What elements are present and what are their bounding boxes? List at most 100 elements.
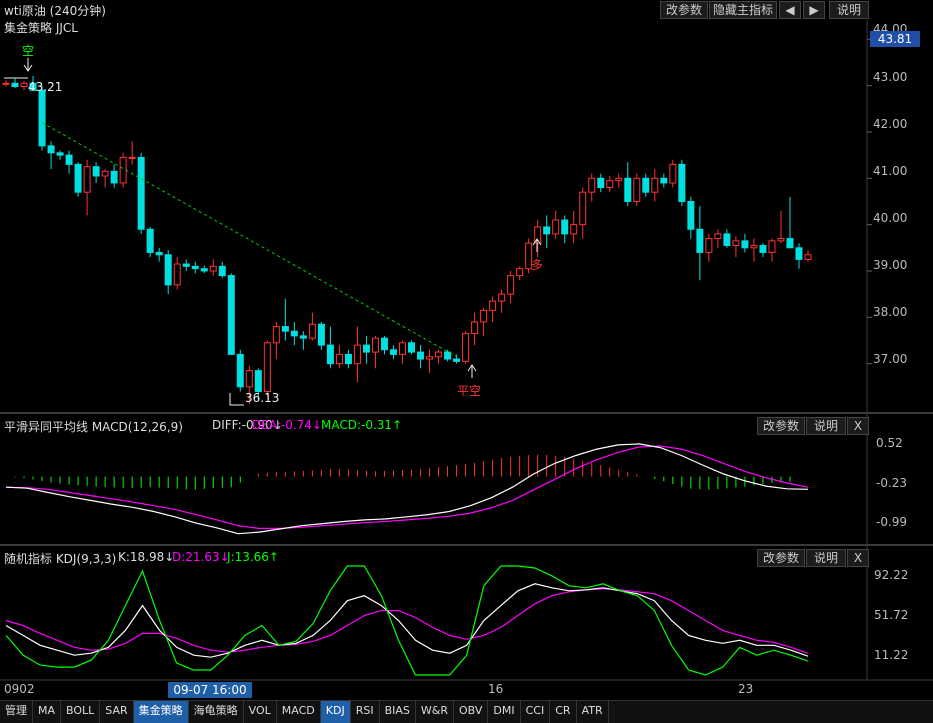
candle bbox=[435, 349, 443, 364]
macd-change-params-button[interactable]: 改参数 bbox=[757, 417, 805, 435]
tab-sar[interactable]: SAR bbox=[100, 701, 134, 723]
candle bbox=[110, 164, 118, 188]
candle-body bbox=[371, 337, 379, 353]
candle-body bbox=[353, 344, 361, 365]
candle bbox=[516, 266, 524, 281]
tab-macd[interactable]: MACD bbox=[277, 701, 321, 723]
high-annotation: 43.21 bbox=[28, 80, 63, 94]
candle bbox=[173, 257, 181, 290]
candle bbox=[389, 345, 397, 360]
long-signal-label: 多 bbox=[531, 258, 544, 272]
main-grid bbox=[867, 38, 872, 365]
candle bbox=[444, 349, 452, 362]
candle bbox=[579, 187, 587, 239]
y-tick: 42.00 bbox=[873, 117, 908, 131]
y-tick: 43.00 bbox=[873, 70, 908, 84]
candle bbox=[453, 354, 461, 364]
macd-close-button[interactable]: X bbox=[847, 417, 869, 435]
kdj-y-tick: 51.72 bbox=[874, 608, 909, 622]
candle bbox=[308, 312, 316, 341]
tab-kdj[interactable]: KDJ bbox=[320, 701, 351, 723]
candle bbox=[218, 261, 226, 278]
candle bbox=[408, 340, 416, 355]
indicator-tab-bar: 管理 MA BOLL SAR 集金策略 海龟策略 VOL MACD KDJ RS… bbox=[0, 700, 933, 723]
candle-body bbox=[462, 333, 470, 362]
tab-cci[interactable]: CCI bbox=[521, 701, 551, 723]
candle bbox=[155, 247, 163, 262]
cover-signal-label: 平空 bbox=[457, 384, 482, 398]
kdj-close-button[interactable]: X bbox=[847, 549, 869, 567]
candle-body bbox=[92, 166, 100, 177]
candle bbox=[182, 259, 190, 271]
macd-pane bbox=[5, 443, 809, 535]
tab-dmi[interactable]: DMI bbox=[488, 701, 521, 723]
candle bbox=[164, 250, 172, 295]
tab-jjcl[interactable]: 集金策略 bbox=[133, 701, 189, 723]
macd-help-button[interactable]: 说明 bbox=[806, 417, 846, 435]
candle bbox=[498, 289, 506, 313]
candle-body bbox=[507, 275, 515, 295]
candle-body bbox=[660, 177, 668, 184]
candle bbox=[732, 236, 740, 258]
candle-body bbox=[164, 254, 172, 286]
tab-cr[interactable]: CR bbox=[550, 701, 577, 723]
candle-body bbox=[498, 293, 506, 302]
candle-body bbox=[245, 370, 253, 388]
candle-body bbox=[480, 309, 488, 323]
kdj-change-params-button[interactable]: 改参数 bbox=[757, 549, 805, 567]
candle bbox=[317, 321, 325, 350]
candle-body bbox=[380, 337, 388, 351]
candle-body bbox=[83, 166, 91, 193]
tab-obv[interactable]: OBV bbox=[454, 701, 489, 723]
candle bbox=[281, 298, 289, 341]
candle bbox=[398, 340, 406, 364]
candle bbox=[480, 308, 488, 336]
candle bbox=[11, 78, 19, 88]
candle bbox=[101, 169, 109, 188]
candle-body bbox=[200, 268, 208, 272]
candle-body bbox=[435, 351, 443, 358]
tab-manage[interactable]: 管理 bbox=[0, 701, 33, 723]
tab-ma[interactable]: MA bbox=[33, 701, 62, 723]
x-tick: 0902 bbox=[4, 682, 35, 696]
candle-body bbox=[362, 344, 370, 353]
candle bbox=[552, 210, 560, 239]
chart-canvas[interactable] bbox=[0, 0, 933, 722]
tab-atr[interactable]: ATR bbox=[577, 701, 609, 723]
tab-turtle[interactable]: 海龟策略 bbox=[189, 701, 244, 723]
tab-bias[interactable]: BIAS bbox=[380, 701, 416, 723]
kdj-help-button[interactable]: 说明 bbox=[806, 549, 846, 567]
tab-rsi[interactable]: RSI bbox=[351, 701, 380, 723]
candle bbox=[83, 159, 91, 216]
tab-vol[interactable]: VOL bbox=[244, 701, 277, 723]
candle bbox=[534, 220, 542, 258]
tab-wr[interactable]: W&R bbox=[416, 701, 454, 723]
candle bbox=[768, 238, 776, 262]
kdj-pane bbox=[5, 565, 809, 676]
x-cursor-label: 09-07 16:00 bbox=[168, 682, 252, 698]
candle-body bbox=[687, 200, 695, 230]
candle bbox=[92, 162, 100, 183]
candle-body bbox=[155, 251, 163, 256]
tab-boll[interactable]: BOLL bbox=[61, 701, 101, 723]
candle-body bbox=[2, 82, 10, 85]
candle bbox=[353, 326, 361, 383]
candle bbox=[290, 321, 298, 346]
candle-body bbox=[326, 344, 334, 365]
candle bbox=[20, 80, 28, 91]
kdj-y-tick: 11.22 bbox=[874, 648, 909, 662]
candle-body bbox=[723, 233, 731, 246]
x-tick: 23 bbox=[738, 682, 754, 696]
candle-body bbox=[471, 321, 479, 335]
kdj-k-value: K:18.98↓ bbox=[118, 550, 175, 564]
candle bbox=[642, 173, 650, 197]
candle-body bbox=[389, 349, 397, 355]
candle-body bbox=[182, 263, 190, 267]
candle bbox=[335, 345, 343, 369]
candle-body bbox=[597, 177, 605, 189]
short-arrow-icon bbox=[23, 58, 33, 72]
candle bbox=[804, 250, 812, 262]
candle-body bbox=[678, 163, 686, 202]
candle bbox=[462, 331, 470, 364]
candle bbox=[137, 152, 145, 234]
